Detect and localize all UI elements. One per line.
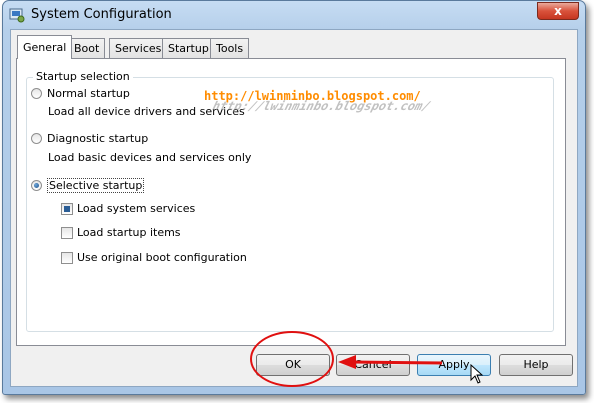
tab-startup[interactable]: Startup	[162, 38, 215, 58]
use-original-boot-configuration-label: Use original boot configuration	[77, 251, 247, 264]
normal-startup-radio-circle[interactable]	[31, 88, 42, 99]
mouse-cursor-icon	[470, 364, 484, 384]
tab-boot[interactable]: Boot	[68, 38, 106, 58]
normal-startup-radio[interactable]: Normal startup	[31, 87, 130, 100]
tab-general[interactable]: General	[17, 35, 73, 59]
diagnostic-startup-label: Diagnostic startup	[47, 132, 149, 145]
use-original-boot-configuration-checkbox[interactable]: Use original boot configuration	[61, 251, 247, 264]
load-startup-items-check-box[interactable]	[61, 226, 73, 239]
load-system-services-check-box[interactable]	[61, 202, 73, 215]
diagnostic-startup-description: Load basic devices and services only	[48, 151, 252, 164]
watermark-text: http://lwinminbo.blogspot.com/	[204, 89, 421, 103]
selective-startup-radio[interactable]: Selective startup	[31, 178, 145, 193]
diagnostic-startup-radio-circle[interactable]	[31, 133, 42, 144]
window-title: System Configuration	[31, 7, 172, 22]
load-startup-items-checkbox[interactable]: Load startup items	[61, 226, 181, 239]
tab-services[interactable]: Services	[109, 38, 168, 58]
selective-startup-radio-circle[interactable]	[31, 180, 42, 191]
title-bar[interactable]: System Configuration x	[3, 1, 585, 29]
annotation-arrow-icon	[338, 355, 443, 369]
startup-selection-legend: Startup selection	[33, 70, 133, 83]
startup-selection-group: Startup selection Normal startup Load al…	[26, 70, 554, 332]
load-system-services-checkbox[interactable]: Load system services	[61, 202, 195, 215]
load-startup-items-label: Load startup items	[77, 226, 181, 239]
annotation-circle	[250, 331, 334, 387]
use-original-boot-configuration-check-box[interactable]	[61, 251, 73, 264]
selective-startup-label: Selective startup	[47, 178, 145, 193]
diagnostic-startup-radio[interactable]: Diagnostic startup	[31, 132, 148, 145]
help-button[interactable]: Help	[499, 354, 573, 376]
load-system-services-label: Load system services	[77, 202, 196, 215]
tab-tools[interactable]: Tools	[210, 38, 250, 58]
normal-startup-label: Normal startup	[47, 87, 130, 100]
system-configuration-icon	[9, 8, 25, 23]
close-button[interactable]: x	[537, 2, 579, 20]
